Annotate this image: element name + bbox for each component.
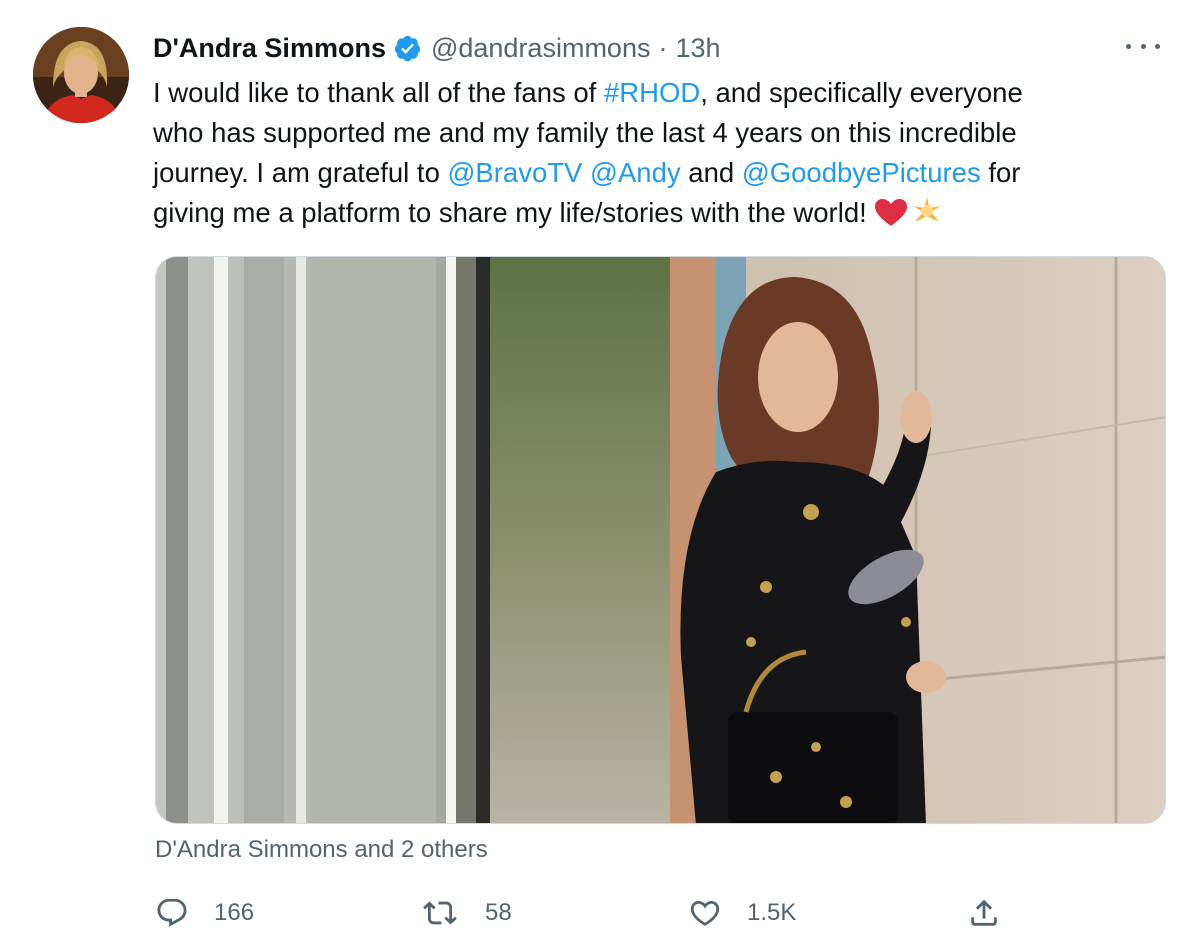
tweet-actions: 166 58 1.5K: [155, 893, 1015, 933]
like-count: 1.5K: [747, 899, 797, 926]
like-icon: [690, 900, 720, 926]
text-segment: journey. I am grateful to: [153, 157, 448, 188]
tweet-header: D'Andra Simmons @dandrasimmons · 13h: [153, 30, 721, 66]
retweet-button[interactable]: 58: [423, 893, 512, 933]
avatar[interactable]: [33, 27, 129, 123]
tagged-people[interactable]: D'Andra Simmons and 2 others: [155, 836, 488, 864]
verified-badge-icon: [394, 35, 421, 61]
timestamp[interactable]: 13h: [675, 33, 720, 64]
reply-button[interactable]: 166: [155, 893, 254, 933]
handle[interactable]: @dandrasimmons: [431, 33, 651, 64]
retweet-count: 58: [485, 899, 512, 926]
mention-andy[interactable]: @Andy: [590, 157, 681, 188]
text-segment: for: [980, 157, 1021, 188]
text-segment: giving me a platform to share my life/st…: [153, 197, 875, 228]
share-button[interactable]: [967, 893, 1001, 933]
red-heart-emoji: [875, 199, 908, 226]
avatar-image: [33, 27, 129, 123]
reply-count: 166: [214, 899, 255, 926]
tweet-text-line-3: journey. I am grateful to @BravoTV @Andy…: [153, 153, 1153, 193]
tweet-text-line-4: giving me a platform to share my life/st…: [153, 193, 1153, 233]
text-segment: and: [680, 157, 742, 188]
tweet-media-photo[interactable]: [155, 256, 1166, 824]
tweet-text-line-2: who has supported me and my family the l…: [153, 117, 1017, 148]
retweet-icon: [423, 901, 457, 925]
hashtag-rhod[interactable]: #RHOD: [604, 77, 700, 108]
text-segment: , and specifically everyone: [700, 77, 1023, 108]
reply-icon: [157, 898, 187, 927]
text-segment: I would like to thank all of the fans of: [153, 77, 604, 108]
tweet-text: I would like to thank all of the fans of…: [153, 73, 1153, 233]
glowing-star-emoji: [913, 197, 942, 222]
tweet-text-line-1: I would like to thank all of the fans of…: [153, 73, 1153, 113]
mention-goodbyepictures[interactable]: @GoodbyePictures: [742, 157, 981, 188]
like-button[interactable]: 1.5K: [688, 893, 796, 933]
display-name[interactable]: D'Andra Simmons: [153, 33, 386, 64]
mention-bravotv[interactable]: @BravoTV: [448, 157, 583, 188]
share-icon: [971, 899, 997, 926]
separator-dot: ·: [658, 32, 668, 63]
more-icon[interactable]: [1126, 36, 1160, 56]
photo-woman-against-wall: [156, 257, 1165, 823]
